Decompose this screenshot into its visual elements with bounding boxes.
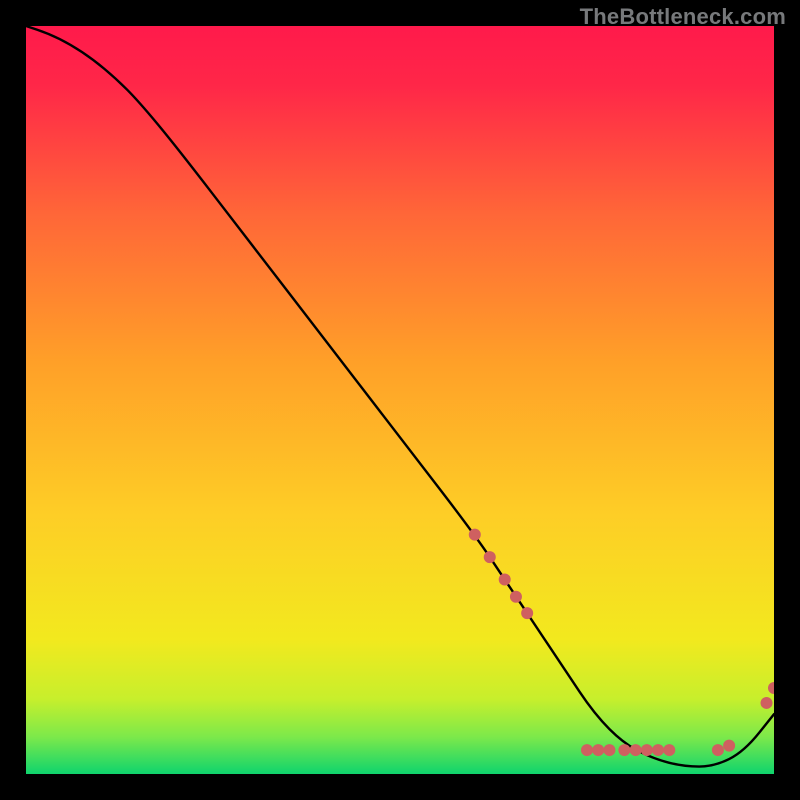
- marker-dot: [723, 740, 735, 752]
- marker-dot: [712, 744, 724, 756]
- bottleneck-chart: [26, 26, 774, 774]
- marker-dot: [663, 744, 675, 756]
- plot-background: [26, 26, 774, 774]
- marker-dot: [521, 607, 533, 619]
- marker-dot: [641, 744, 653, 756]
- marker-dot: [469, 529, 481, 541]
- marker-dot: [652, 744, 664, 756]
- marker-dot: [630, 744, 642, 756]
- marker-dot: [499, 574, 511, 586]
- marker-dot: [510, 591, 522, 603]
- marker-dot: [581, 744, 593, 756]
- marker-dot: [484, 551, 496, 563]
- marker-dot: [592, 744, 604, 756]
- marker-dot: [603, 744, 615, 756]
- chart-frame: TheBottleneck.com: [0, 0, 800, 800]
- watermark-label: TheBottleneck.com: [580, 4, 786, 30]
- marker-dot: [761, 697, 773, 709]
- marker-dot: [618, 744, 630, 756]
